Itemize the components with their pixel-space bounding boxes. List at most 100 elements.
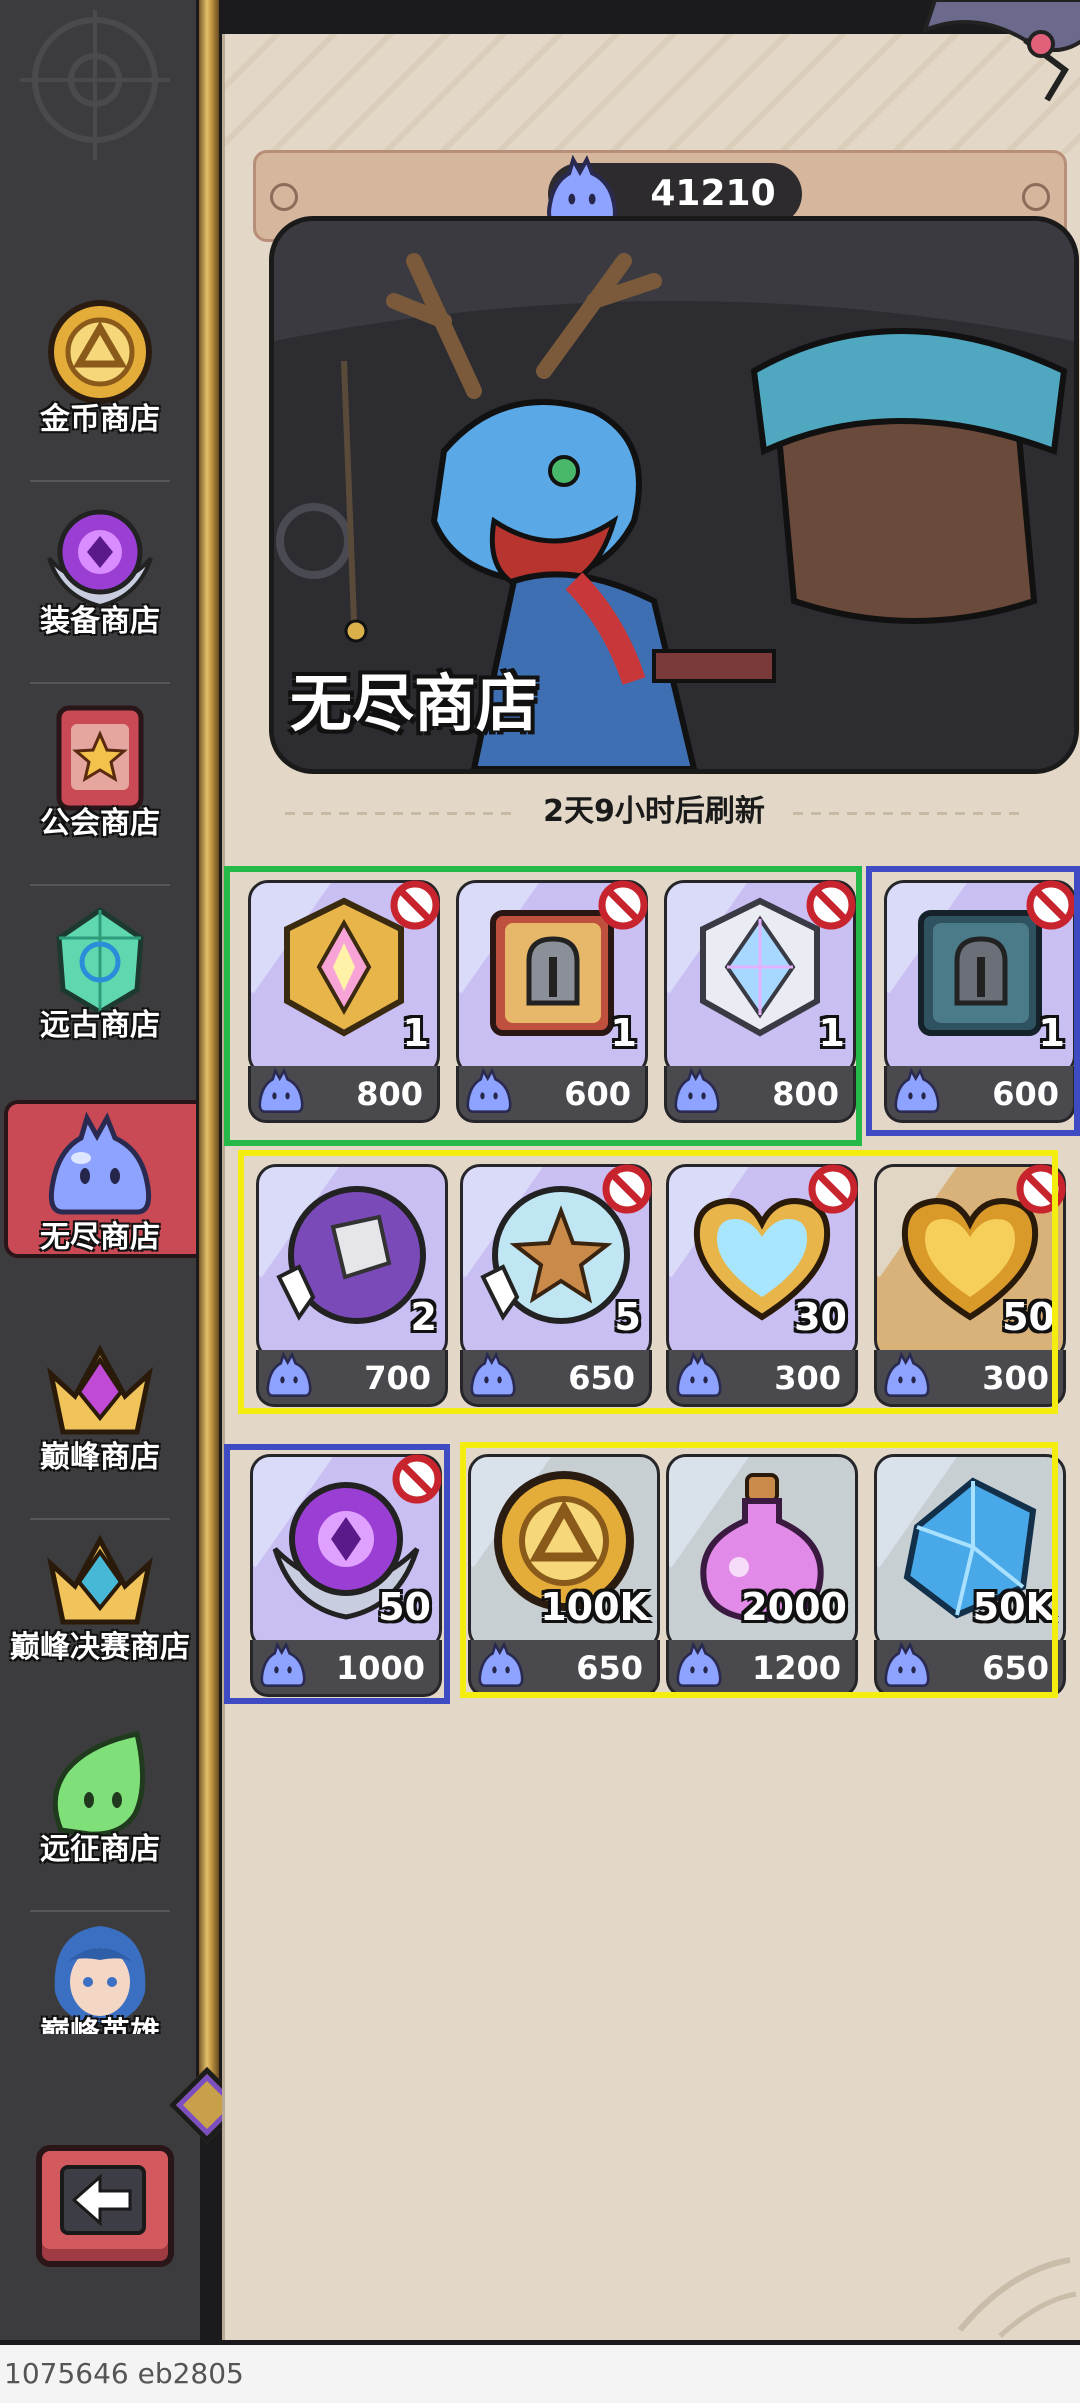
equipment-orb-icon	[41, 498, 159, 616]
sidebar-rail	[196, 0, 222, 2120]
slime-currency-icon	[674, 1068, 720, 1113]
sidebar-item-label: 巅峰英雄	[40, 2016, 160, 2034]
item-quantity: 50	[1002, 1295, 1055, 1339]
shop-item-card[interactable]: 2 700	[256, 1164, 448, 1407]
slime-currency-icon	[894, 1068, 940, 1113]
item-price-bar: 300	[666, 1350, 858, 1407]
expedition-slime-icon	[41, 1726, 159, 1844]
slime-currency-icon	[676, 1352, 722, 1397]
item-price-bar: 700	[256, 1350, 448, 1407]
ancient-crystal-icon	[41, 902, 159, 1020]
top-right-corner-ornament	[921, 0, 1080, 102]
peak-crown-icon	[41, 1334, 159, 1452]
refresh-divider-right	[793, 812, 1023, 815]
item-price-bar: 300	[874, 1350, 1066, 1407]
item-price: 800	[772, 1075, 839, 1113]
item-tile: 2	[256, 1164, 448, 1360]
shop-item-card[interactable]: 100K 650	[468, 1454, 660, 1697]
slime-currency-icon	[884, 1642, 930, 1687]
item-price: 650	[568, 1359, 635, 1397]
shop-item-card[interactable]: 1 600	[884, 880, 1076, 1123]
sidebar-item-label: 无尽商店	[40, 1220, 160, 1255]
item-price: 600	[992, 1075, 1059, 1113]
refresh-divider-left	[285, 812, 515, 815]
sidebar-item-peak-finals-shop[interactable]: 巅峰决赛商店	[0, 1510, 200, 1730]
shop-item-card[interactable]: 1 600	[456, 880, 648, 1123]
shop-item-card[interactable]: 50 1000	[250, 1454, 442, 1697]
sidebar-divider	[30, 480, 170, 482]
sidebar-divider	[30, 884, 170, 886]
sidebar-item-label: 公会商店	[40, 806, 160, 841]
sidebar-item-expedition-shop[interactable]: 远征商店	[0, 1712, 200, 1912]
item-price: 600	[564, 1075, 631, 1113]
sidebar-item-label: 金币商店	[40, 402, 160, 437]
item-quantity: 1	[818, 1011, 845, 1055]
back-button[interactable]	[36, 2145, 174, 2267]
guild-banner-icon	[41, 700, 159, 818]
sidebar-item-label: 巅峰商店	[40, 1440, 160, 1475]
slime-currency-icon	[258, 1068, 304, 1113]
item-price: 700	[364, 1359, 431, 1397]
shop-banner: 无尽商店	[269, 216, 1079, 774]
item-quantity: 5	[614, 1295, 641, 1339]
sidebar-divider	[30, 682, 170, 684]
item-tile: 50K	[874, 1454, 1066, 1650]
bar-rivet-left	[270, 183, 298, 211]
shop-item-card[interactable]: 1 800	[248, 880, 440, 1123]
item-quantity: 2000	[741, 1585, 847, 1629]
item-quantity: 1	[402, 1011, 429, 1055]
item-price: 1000	[335, 1649, 425, 1687]
sidebar-item-label: 远征商店	[40, 1832, 160, 1867]
slime-currency-icon	[470, 1352, 516, 1397]
sidebar-item-ancient-shop[interactable]: 远古商店	[0, 888, 200, 1088]
back-arrow-icon	[60, 2165, 146, 2235]
shop-sidebar: 金币商店 装备商店 公会商店 远古商店 无尽商店 巅峰商店 巅峰决赛商店 远征商…	[0, 0, 234, 2340]
item-price: 800	[356, 1075, 423, 1113]
item-price: 300	[982, 1359, 1049, 1397]
item-quantity: 100K	[540, 1585, 649, 1629]
slime-icon	[41, 1111, 159, 1230]
sidebar-item-label: 远古商店	[40, 1008, 160, 1043]
item-price-bar: 650	[468, 1640, 660, 1697]
item-price: 1200	[751, 1649, 841, 1687]
shop-item-card[interactable]: 50 300	[874, 1164, 1066, 1407]
slime-currency-icon	[478, 1642, 524, 1687]
item-price-bar: 650	[460, 1350, 652, 1407]
slime-currency-icon	[266, 1352, 312, 1397]
prohibited-icon	[1026, 880, 1076, 930]
slime-currency-icon	[466, 1068, 512, 1113]
sidebar-item-label: 巅峰决赛商店	[10, 1630, 190, 1665]
item-tile: 2000	[666, 1454, 858, 1650]
item-quantity: 1	[610, 1011, 637, 1055]
sidebar-item-label: 装备商店	[40, 604, 160, 639]
item-price-bar: 650	[874, 1640, 1066, 1697]
sidebar-item-peak-shop[interactable]: 巅峰商店	[0, 1320, 200, 1520]
item-price-bar: 800	[248, 1066, 440, 1123]
currency-value: 41210	[650, 173, 776, 214]
prohibited-icon	[392, 1454, 442, 1504]
item-quantity: 50K	[972, 1585, 1055, 1629]
sidebar-item-endless-shop[interactable]: 无尽商店	[0, 1100, 234, 1300]
prohibited-icon	[806, 880, 856, 930]
item-price-bar: 1200	[666, 1640, 858, 1697]
sidebar-item-guild-shop[interactable]: 公会商店	[0, 686, 200, 886]
footer-build-id: 1075646 eb2805	[0, 2345, 1080, 2403]
shop-item-card[interactable]: 5 650	[460, 1164, 652, 1407]
prohibited-icon	[390, 880, 440, 930]
sidebar-item-gold-shop[interactable]: 金币商店	[0, 282, 200, 482]
prohibited-icon	[598, 880, 648, 930]
item-price-bar: 800	[664, 1066, 856, 1123]
item-price: 650	[982, 1649, 1049, 1687]
sidebar-item-equipment-shop[interactable]: 装备商店	[0, 484, 200, 684]
item-price-bar: 600	[884, 1066, 1076, 1123]
prohibited-icon	[1016, 1164, 1066, 1214]
item-quantity: 30	[794, 1295, 847, 1339]
refresh-timer: 2天9小时后刷新	[543, 794, 765, 829]
shop-item-card[interactable]: 1 800	[664, 880, 856, 1123]
sidebar-item-peak-hero[interactable]: 巅峰英雄	[0, 1908, 200, 2034]
shop-item-card[interactable]: 30 300	[666, 1164, 858, 1407]
shop-item-card[interactable]: 50K 650	[874, 1454, 1066, 1697]
shop-item-card[interactable]: 2000 1200	[666, 1454, 858, 1697]
refresh-row: 2天9小时后刷新	[225, 790, 1080, 834]
hero-portrait-icon	[41, 1912, 159, 2030]
